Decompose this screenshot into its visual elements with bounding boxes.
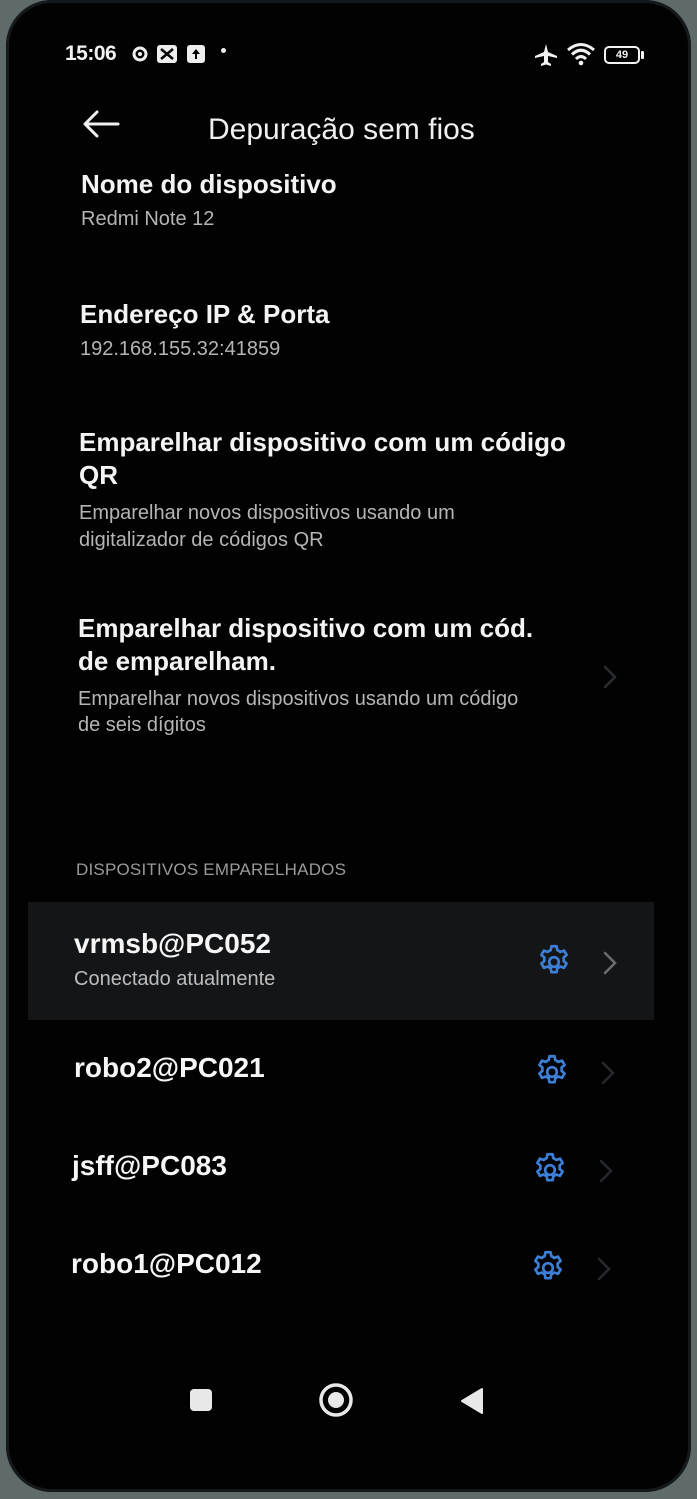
chevron-right-icon	[603, 951, 617, 975]
navigation-bar	[6, 1370, 691, 1430]
phone-screen: 15:06 49 Depuração sem fios Nome do disp…	[6, 0, 691, 1492]
battery-icon: 49	[604, 46, 640, 64]
upload-notification-icon	[187, 45, 205, 63]
chevron-right-icon	[603, 665, 617, 689]
airplane-icon	[535, 44, 557, 66]
paired-device-name: vrmsb@PC052	[74, 928, 271, 959]
paired-device-name: robo1@PC012	[71, 1248, 262, 1279]
ip-port-item[interactable]: Endereço IP & Porta 192.168.155.32:41859	[6, 298, 691, 378]
paired-device-status: Conectado atualmente	[74, 968, 276, 990]
chevron-right-icon	[597, 1257, 611, 1281]
status-time: 15:06	[65, 42, 117, 65]
nav-home-icon[interactable]	[318, 1382, 354, 1418]
pair-code-item[interactable]: Emparelhar dispositivo com um cód. de em…	[6, 612, 691, 742]
pair-qr-subtitle-line1: Emparelhar novos dispositivos usando um	[79, 502, 455, 524]
paired-device-name: jsff@PC083	[72, 1150, 227, 1181]
pair-code-title-line1: Emparelhar dispositivo com um cód.	[78, 613, 534, 643]
gear-icon[interactable]	[530, 1250, 566, 1286]
paired-device-name: robo2@PC021	[74, 1052, 265, 1083]
paired-device-row[interactable]: robo1@PC012	[28, 1226, 654, 1306]
wifi-icon	[567, 43, 595, 66]
pair-code-subtitle-line2: de seis dígitos	[78, 714, 206, 736]
device-name-value: Redmi Note 12	[81, 208, 215, 230]
gear-icon[interactable]	[532, 1152, 568, 1188]
paired-devices-header: DISPOSITIVOS EMPARELHADOS	[76, 860, 347, 879]
device-name-item[interactable]: Nome do dispositivo Redmi Note 12	[6, 168, 691, 248]
chevron-right-icon	[599, 1159, 613, 1183]
paired-device-row[interactable]: vrmsb@PC052 Conectado atualmente	[28, 902, 654, 1020]
ip-port-label: Endereço IP & Porta	[80, 299, 330, 329]
ip-port-value: 192.168.155.32:41859	[80, 338, 281, 360]
pair-qr-item[interactable]: Emparelhar dispositivo com um código QR …	[6, 426, 691, 556]
more-notifications-dot	[221, 48, 226, 53]
battery-level: 49	[615, 49, 629, 61]
pair-code-title-line2: de emparelham.	[78, 646, 276, 676]
page-title: Depuração sem fios	[208, 113, 475, 146]
nav-recents-icon[interactable]	[189, 1388, 213, 1412]
paired-device-row[interactable]: robo2@PC021	[28, 1030, 654, 1110]
pair-qr-title-line1: Emparelhar dispositivo com um código	[79, 427, 566, 457]
app-header: Depuração sem fios	[6, 100, 691, 160]
gear-icon[interactable]	[534, 1054, 570, 1090]
battery-tip	[641, 51, 644, 59]
device-name-label: Nome do dispositivo	[81, 169, 337, 199]
pair-code-subtitle-line1: Emparelhar novos dispositivos usando um …	[78, 688, 519, 710]
chevron-right-icon	[601, 1061, 615, 1085]
pair-qr-title-line2: QR	[79, 460, 118, 490]
gear-icon[interactable]	[536, 944, 572, 980]
app-notification-icon	[157, 45, 177, 63]
paired-device-row[interactable]: jsff@PC083	[28, 1128, 654, 1208]
settings-status-icon	[132, 46, 148, 62]
pair-qr-subtitle-line2: digitalizador de códigos QR	[79, 529, 324, 551]
nav-back-icon[interactable]	[459, 1387, 485, 1415]
status-bar: 15:06 49	[6, 38, 691, 70]
back-arrow-icon[interactable]	[80, 108, 120, 140]
